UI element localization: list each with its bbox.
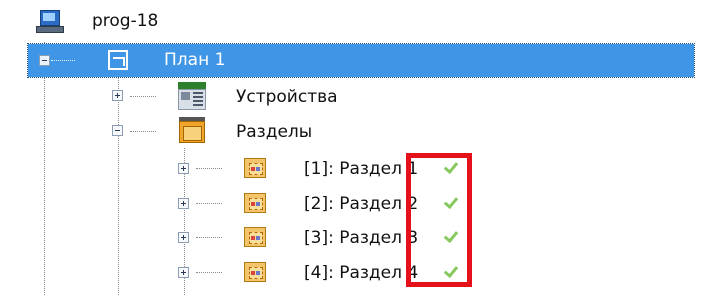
tree-node-root[interactable]: prog-18 [30, 6, 190, 36]
expand-toggle[interactable] [178, 198, 189, 209]
highlight-box [406, 153, 472, 287]
section-icon [244, 193, 266, 213]
tree-node-label: [3]: Раздел 3 [304, 228, 419, 248]
plan-icon [108, 50, 128, 70]
calendar-icon [179, 117, 205, 143]
expand-toggle[interactable] [178, 267, 189, 278]
tree-node-label: Устройства [236, 87, 338, 107]
section-icon [244, 262, 266, 282]
tree-node-label: [1]: Раздел 1 [304, 159, 419, 179]
collapse-toggle[interactable] [112, 125, 123, 136]
section-icon [244, 227, 266, 247]
tree-node-label: prog-18 [92, 11, 159, 31]
computer-icon [36, 10, 64, 33]
tree-node-label: [4]: Раздел 4 [304, 263, 419, 283]
collapse-toggle[interactable] [39, 55, 50, 66]
tree-node-label: План 1 [164, 50, 226, 70]
expand-toggle[interactable] [112, 90, 123, 101]
tree-guide-line [44, 42, 45, 295]
tree-node-devices[interactable]: Устройства [108, 82, 368, 112]
expand-toggle[interactable] [178, 163, 189, 174]
tree-node-label: [2]: Раздел 2 [304, 194, 419, 214]
tree-node-label: Разделы [236, 122, 313, 142]
tree-node-sections[interactable]: Разделы [108, 117, 368, 147]
expand-toggle[interactable] [178, 232, 189, 243]
tree-node-plan[interactable]: План 1 [27, 43, 695, 78]
section-icon [244, 158, 266, 178]
devices-icon [178, 82, 206, 110]
